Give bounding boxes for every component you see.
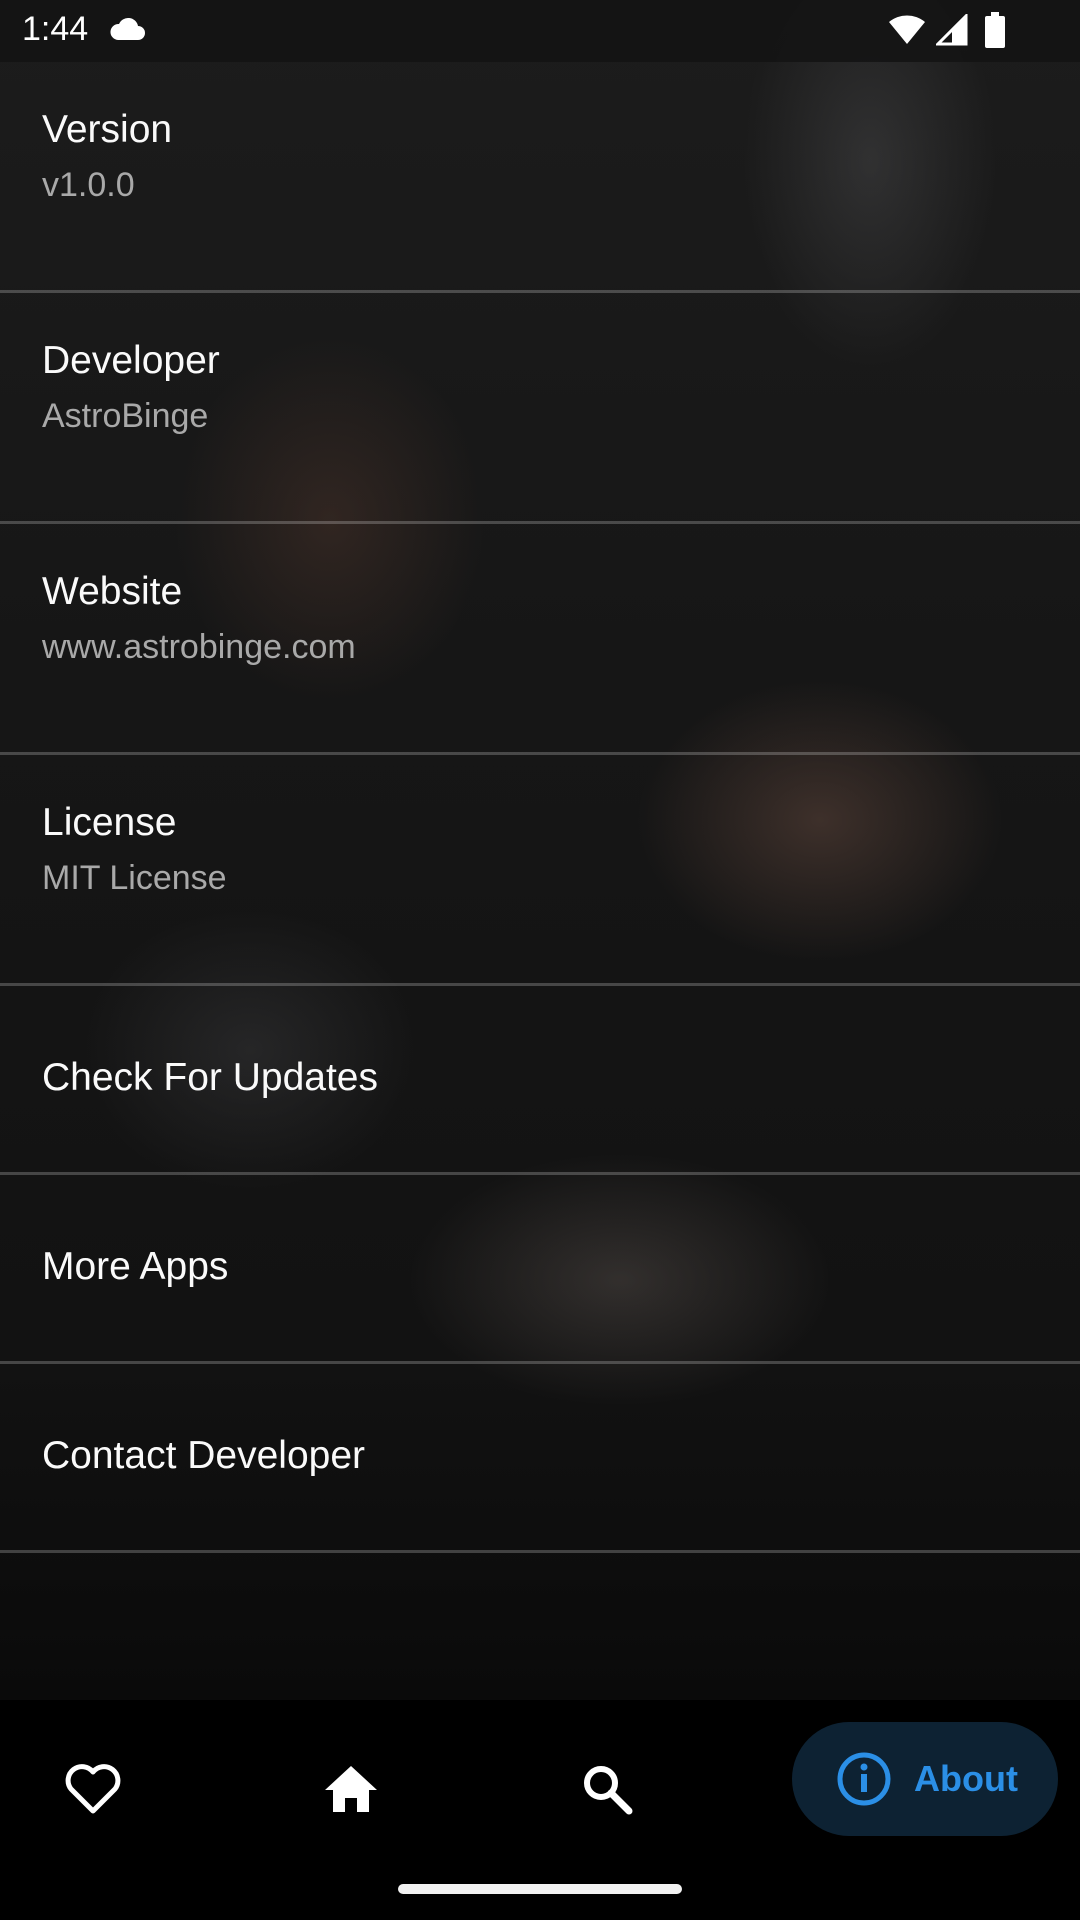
contact-developer-row[interactable]: Contact Developer — [0, 1364, 1080, 1553]
license-title: License — [42, 801, 177, 844]
website-title: Website — [42, 570, 183, 613]
website-row[interactable]: Website www.astrobinge.com — [0, 524, 1080, 755]
nav-home-button[interactable] — [316, 1754, 386, 1824]
heart-icon — [65, 1764, 121, 1814]
version-value: v1.0.0 — [42, 166, 135, 204]
nav-search-button[interactable] — [572, 1754, 642, 1824]
developer-value: AstroBinge — [42, 397, 209, 435]
search-icon — [584, 1766, 633, 1815]
status-time: 1:44 — [22, 10, 89, 48]
developer-row[interactable]: Developer AstroBinge — [0, 293, 1080, 524]
nav-about-label: About — [914, 1758, 1018, 1799]
more-apps-row[interactable]: More Apps — [0, 1175, 1080, 1364]
version-title: Version — [42, 108, 173, 151]
cloud-icon — [110, 17, 145, 40]
website-value: www.astrobinge.com — [42, 628, 356, 666]
more-apps-title: More Apps — [42, 1245, 229, 1288]
battery-icon — [985, 12, 1005, 48]
check-updates-row[interactable]: Check For Updates — [0, 986, 1080, 1175]
wifi-icon — [889, 15, 925, 45]
status-bar: 1:44 — [0, 0, 1080, 62]
license-row[interactable]: License MIT License — [0, 755, 1080, 986]
license-value: MIT License — [42, 859, 227, 897]
developer-title: Developer — [42, 339, 220, 382]
nav-about-button[interactable]: About — [792, 1722, 1058, 1836]
info-icon — [837, 1752, 891, 1806]
nav-favorites-button[interactable] — [58, 1754, 128, 1824]
about-settings-list: Version v1.0.0 Developer AstroBinge Webs… — [0, 62, 1080, 1553]
check-updates-title: Check For Updates — [42, 1056, 378, 1099]
version-row[interactable]: Version v1.0.0 — [0, 62, 1080, 293]
home-icon — [325, 1766, 377, 1812]
home-indicator[interactable] — [398, 1884, 682, 1894]
contact-developer-title: Contact Developer — [42, 1434, 366, 1477]
signal-icon — [936, 14, 968, 46]
